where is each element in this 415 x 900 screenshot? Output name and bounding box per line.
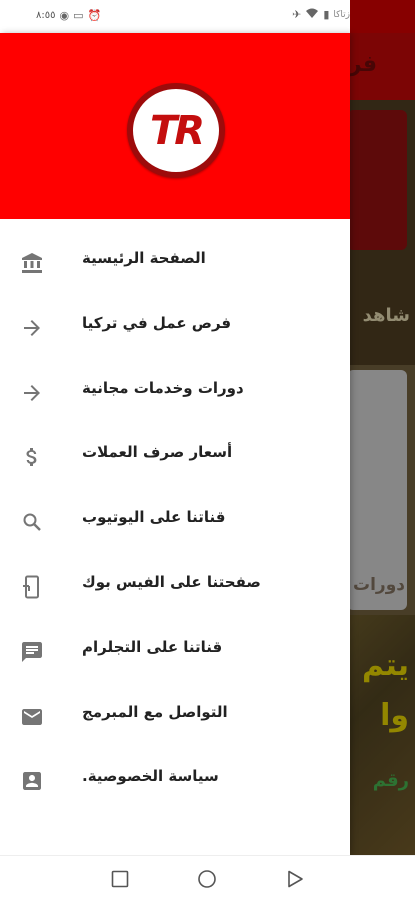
whatsapp-icon: ◉ xyxy=(59,9,70,22)
recent-apps-button[interactable] xyxy=(110,869,130,889)
menu-item-label: فرص عمل في تركيا xyxy=(82,313,232,332)
menu-item-label: دورات وخدمات مجانية xyxy=(82,378,244,397)
alarm-icon: ⏰ xyxy=(87,9,102,22)
app-logo: TR xyxy=(127,83,225,178)
status-bar: ٨:٥٥ ◉ ▭ ⏰ ✈ ▮ زتاکا xyxy=(0,0,350,33)
back-button[interactable] xyxy=(285,869,305,889)
status-bar-left: ٨:٥٥ ◉ ▭ ⏰ xyxy=(36,10,101,21)
menu-item-home[interactable]: الصفحة الرئيسية xyxy=(0,229,350,294)
menu-item-youtube[interactable]: قناتنا على اليوتيوب xyxy=(0,488,350,553)
chat-icon xyxy=(20,640,44,664)
menu-item-privacy-policy[interactable]: سياسة الخصوصية. xyxy=(0,747,350,812)
drawer-header: TR xyxy=(0,33,350,219)
status-right-text: زتاکا xyxy=(333,9,350,20)
phone-link-icon xyxy=(20,575,44,599)
contact-card-icon xyxy=(20,769,44,793)
system-navigation-bar xyxy=(0,855,415,900)
menu-item-label: قناتنا على التجلرام xyxy=(82,637,223,656)
wifi-icon xyxy=(305,8,319,21)
logo-text: TR xyxy=(149,107,205,154)
search-icon xyxy=(20,510,44,534)
menu-item-facebook[interactable]: صفحتنا على الفيس بوك xyxy=(0,553,350,618)
menu-item-label: الصفحة الرئيسية xyxy=(82,249,206,267)
menu-item-jobs-turkey[interactable]: فرص عمل في تركيا xyxy=(0,294,350,359)
home-button[interactable] xyxy=(197,869,217,889)
mail-icon xyxy=(20,705,44,729)
battery-icon: ▮ xyxy=(323,8,330,21)
status-bar-right: ✈ ▮ زتاکا xyxy=(292,8,350,21)
navigation-drawer: TR الصفحة الرئيسية فرص عمل في تركيا دورا… xyxy=(0,33,350,855)
airplane-icon: ✈ xyxy=(292,8,302,21)
menu-item-contact-developer[interactable]: التواصل مع المبرمج xyxy=(0,683,350,748)
menu-item-label: سياسة الخصوصية. xyxy=(82,767,219,786)
bank-icon xyxy=(20,251,44,275)
status-time: ٨:٥٥ xyxy=(36,10,56,21)
menu-item-telegram[interactable]: قناتنا على التجلرام xyxy=(0,618,350,683)
dollar-icon xyxy=(20,445,44,469)
arrow-right-icon xyxy=(20,316,44,340)
menu-item-free-courses[interactable]: دورات وخدمات مجانية xyxy=(0,359,350,424)
menu-item-label: صفحتنا على الفيس بوك xyxy=(82,572,261,591)
arrow-right-icon xyxy=(20,381,44,405)
drawer-menu: الصفحة الرئيسية فرص عمل في تركيا دورات و… xyxy=(0,229,350,812)
menu-item-label: قناتنا على اليوتيوب xyxy=(82,508,226,527)
menu-item-exchange-rates[interactable]: أسعار صرف العملات xyxy=(0,423,350,488)
menu-item-label: التواصل مع المبرمج xyxy=(82,702,228,721)
menu-item-label: أسعار صرف العملات xyxy=(82,443,233,462)
notification-icon: ▭ xyxy=(73,9,84,22)
